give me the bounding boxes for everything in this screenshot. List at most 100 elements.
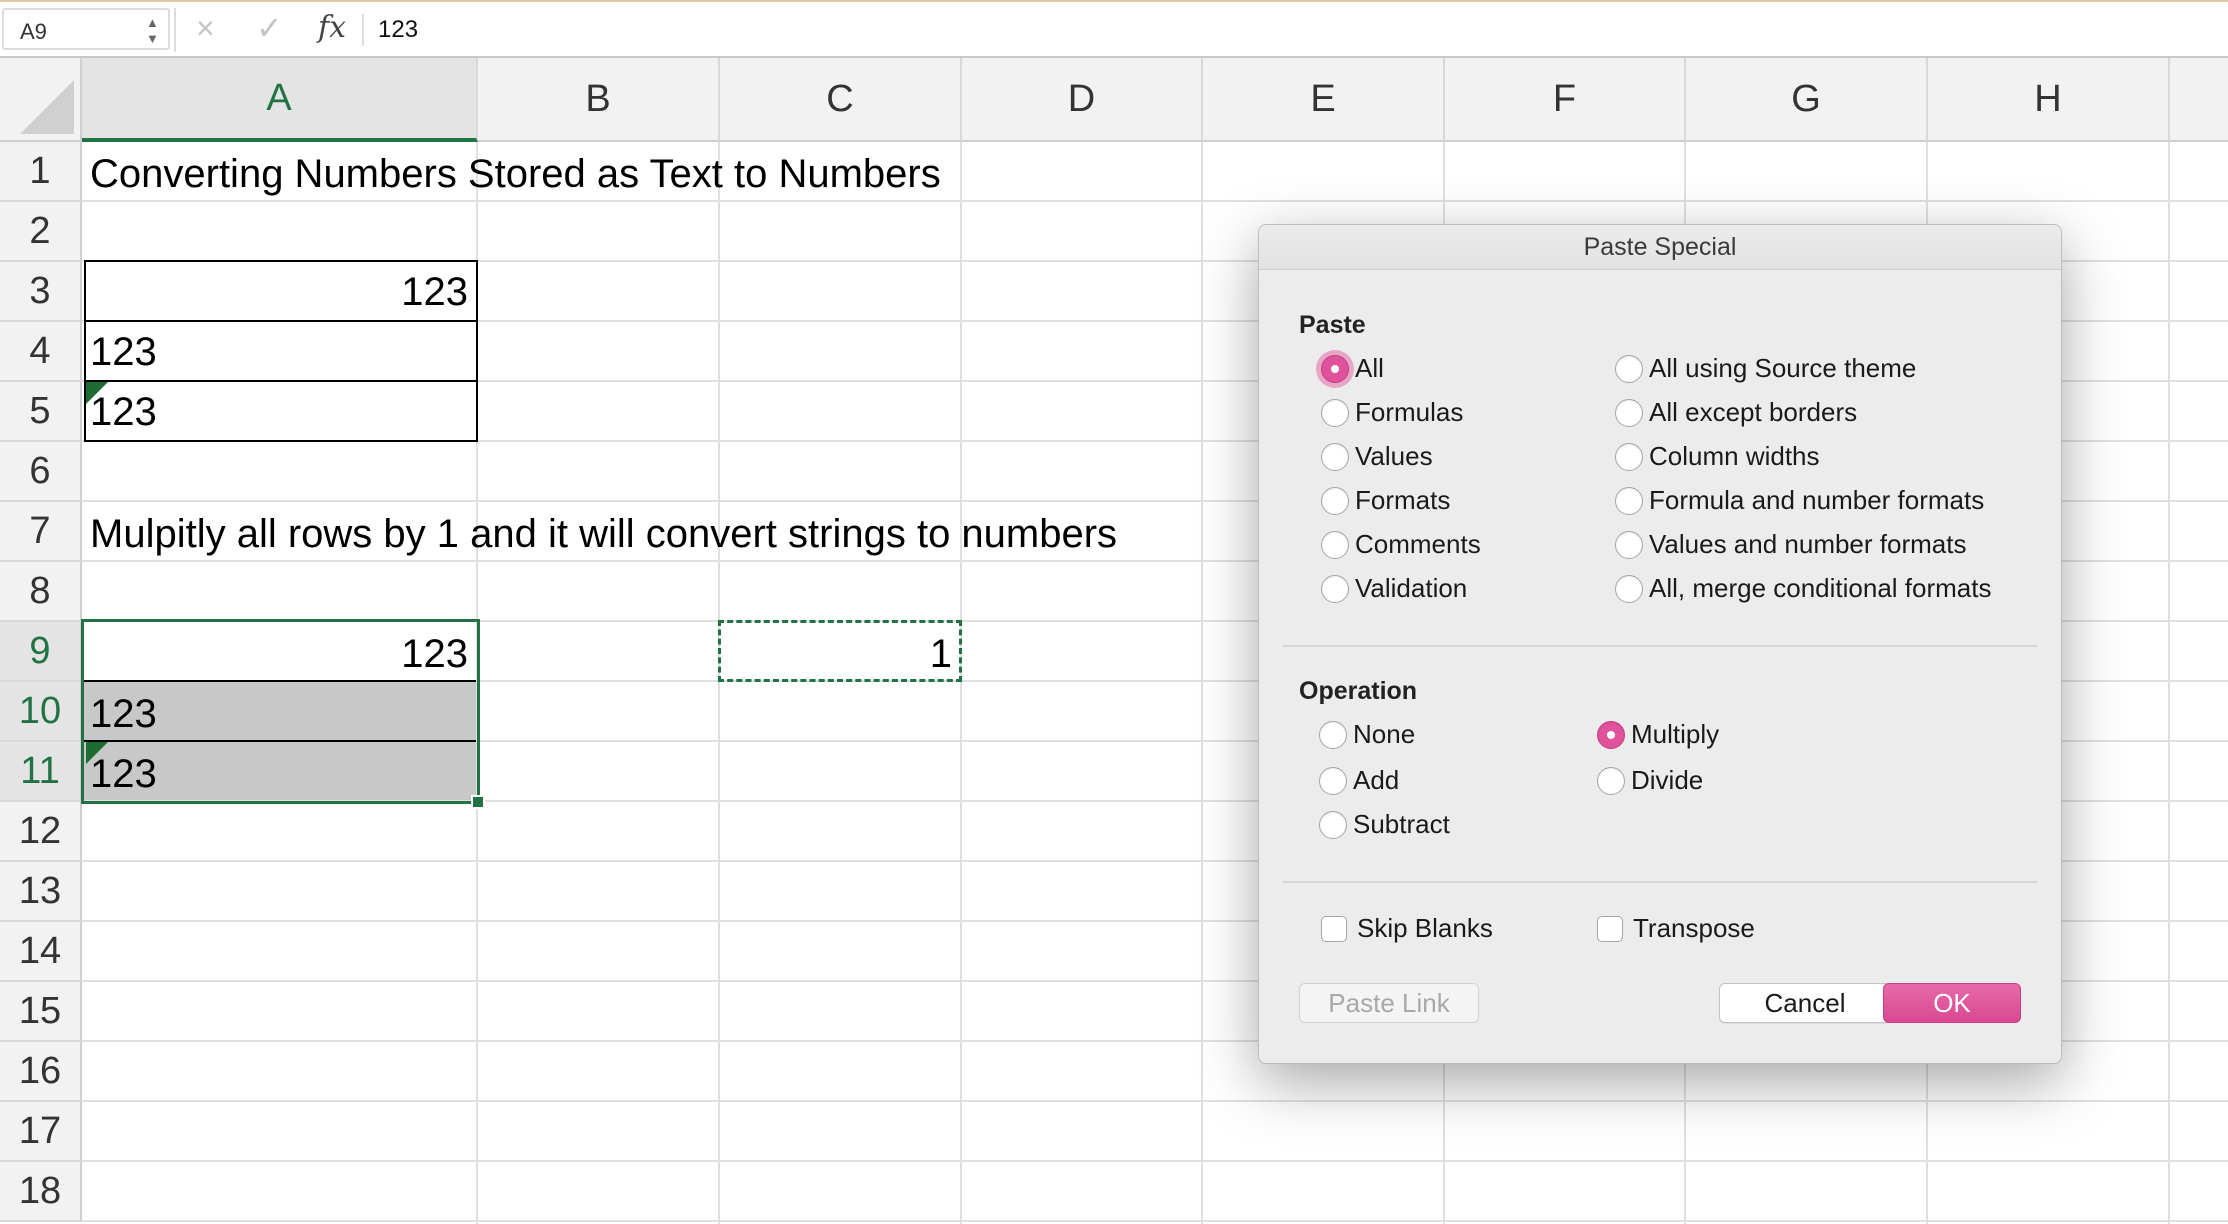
row-header-7[interactable]: 7: [0, 502, 82, 562]
cancel-button[interactable]: Cancel: [1719, 983, 1891, 1023]
cell-A7[interactable]: Mulpitly all rows by 1 and it will conve…: [90, 514, 1117, 554]
formula-bar-divider: [362, 14, 364, 46]
radio-selected-icon[interactable]: [1321, 354, 1349, 383]
row-header-18[interactable]: 18: [0, 1162, 82, 1222]
cancel-formula-icon[interactable]: ×: [196, 12, 215, 44]
operation-option-divide[interactable]: Divide: [1597, 765, 1703, 796]
row-header-11[interactable]: 11: [0, 742, 82, 802]
ok-button[interactable]: OK: [1883, 983, 2021, 1023]
row-header-4[interactable]: 4: [0, 322, 82, 382]
paste-option-all-using-source-theme[interactable]: All using Source theme: [1615, 353, 1916, 384]
radio-icon[interactable]: [1615, 574, 1643, 603]
radio-selected-icon[interactable]: [1597, 720, 1625, 749]
paste-option-comments[interactable]: Comments: [1321, 529, 1481, 560]
radio-icon[interactable]: [1615, 486, 1643, 515]
operation-option-multiply[interactable]: Multiply: [1597, 719, 1719, 750]
cell-A4[interactable]: 123: [90, 332, 157, 372]
option-label: Multiply: [1631, 719, 1720, 749]
option-label: Divide: [1631, 765, 1704, 795]
radio-icon[interactable]: [1321, 398, 1349, 427]
operation-option-add[interactable]: Add: [1319, 765, 1399, 796]
paste-option-formulas[interactable]: Formulas: [1321, 397, 1463, 428]
gridline: [960, 142, 962, 1224]
radio-icon[interactable]: [1615, 354, 1643, 383]
row-header-3[interactable]: 3: [0, 262, 82, 322]
cell-A1[interactable]: Converting Numbers Stored as Text to Num…: [90, 154, 941, 194]
paste-option-formats[interactable]: Formats: [1321, 485, 1450, 516]
column-header-E[interactable]: E: [1203, 58, 1445, 142]
option-label: Formulas: [1355, 397, 1464, 427]
row-header-17[interactable]: 17: [0, 1102, 82, 1162]
checkbox-icon[interactable]: [1597, 915, 1623, 942]
radio-icon[interactable]: [1597, 766, 1625, 795]
paste-link-button[interactable]: Paste Link: [1299, 983, 1479, 1023]
column-header-A[interactable]: A: [82, 58, 478, 142]
radio-icon[interactable]: [1615, 398, 1643, 427]
column-header-next[interactable]: [2170, 58, 2228, 142]
transpose-checkbox[interactable]: Transpose: [1597, 913, 1755, 944]
row-header-14[interactable]: 14: [0, 922, 82, 982]
row-header-12[interactable]: 12: [0, 802, 82, 862]
paste-option-column-widths[interactable]: Column widths: [1615, 441, 1820, 472]
radio-icon[interactable]: [1321, 530, 1349, 559]
formula-input[interactable]: 123: [378, 16, 418, 44]
option-label: All: [1355, 353, 1384, 383]
row-header-6[interactable]: 6: [0, 442, 82, 502]
operation-option-subtract[interactable]: Subtract: [1319, 809, 1450, 840]
radio-icon[interactable]: [1615, 442, 1643, 471]
gridline: [1201, 142, 1203, 1224]
paste-option-merge-conditional-formats[interactable]: All, merge conditional formats: [1615, 573, 1991, 604]
select-all-corner[interactable]: [0, 58, 82, 142]
name-box[interactable]: A9 ▲ ▼: [2, 8, 170, 50]
radio-icon[interactable]: [1319, 810, 1347, 839]
row-header-13[interactable]: 13: [0, 862, 82, 922]
paste-option-values-number-formats[interactable]: Values and number formats: [1615, 529, 1966, 560]
row-header-2[interactable]: 2: [0, 202, 82, 262]
cell-A3[interactable]: 123: [84, 272, 468, 312]
radio-icon[interactable]: [1615, 530, 1643, 559]
paste-option-all-except-borders[interactable]: All except borders: [1615, 397, 1857, 428]
error-indicator-icon[interactable]: [86, 382, 108, 404]
row-header-9[interactable]: 9: [0, 622, 82, 682]
row-header-10[interactable]: 10: [0, 682, 82, 742]
gridline: [2168, 142, 2170, 1224]
column-header-C[interactable]: C: [720, 58, 962, 142]
formula-bar-divider: [174, 8, 176, 52]
skip-blanks-checkbox[interactable]: Skip Blanks: [1321, 913, 1493, 944]
paste-option-all[interactable]: All: [1321, 353, 1384, 384]
column-header-D[interactable]: D: [962, 58, 1203, 142]
radio-icon[interactable]: [1319, 720, 1347, 749]
radio-icon[interactable]: [1319, 766, 1347, 795]
name-box-stepper-icon[interactable]: ▲ ▼: [146, 12, 162, 48]
radio-icon[interactable]: [1321, 574, 1349, 603]
row-header-5[interactable]: 5: [0, 382, 82, 442]
selection-range[interactable]: [81, 619, 480, 804]
gridline: [82, 1160, 2228, 1162]
fill-handle[interactable]: [471, 795, 485, 809]
radio-icon[interactable]: [1321, 486, 1349, 515]
checkbox-icon[interactable]: [1321, 915, 1347, 942]
column-header-B[interactable]: B: [478, 58, 720, 142]
section-divider: [1283, 645, 2037, 647]
row-header-16[interactable]: 16: [0, 1042, 82, 1102]
insert-function-icon[interactable]: fx: [318, 10, 346, 45]
option-label: Values: [1355, 441, 1433, 471]
option-label: Values and number formats: [1649, 529, 1967, 559]
row-header-1[interactable]: 1: [0, 142, 82, 202]
paste-option-values[interactable]: Values: [1321, 441, 1433, 472]
paste-special-dialog: Paste Special Paste All Formulas Values …: [1258, 224, 2062, 1064]
paste-section-label: Paste: [1299, 311, 1366, 339]
column-header-H[interactable]: H: [1928, 58, 2170, 142]
radio-icon[interactable]: [1321, 442, 1349, 471]
paste-option-formula-number-formats[interactable]: Formula and number formats: [1615, 485, 1984, 516]
paste-option-validation[interactable]: Validation: [1321, 573, 1467, 604]
row-header-15[interactable]: 15: [0, 982, 82, 1042]
option-label: Formula and number formats: [1649, 485, 1985, 515]
column-header-G[interactable]: G: [1686, 58, 1928, 142]
option-label: All except borders: [1649, 397, 1858, 427]
operation-option-none[interactable]: None: [1319, 719, 1415, 750]
enter-formula-icon[interactable]: ✓: [256, 12, 283, 44]
row-header-8[interactable]: 8: [0, 562, 82, 622]
option-label: Validation: [1355, 573, 1468, 603]
column-header-F[interactable]: F: [1445, 58, 1686, 142]
